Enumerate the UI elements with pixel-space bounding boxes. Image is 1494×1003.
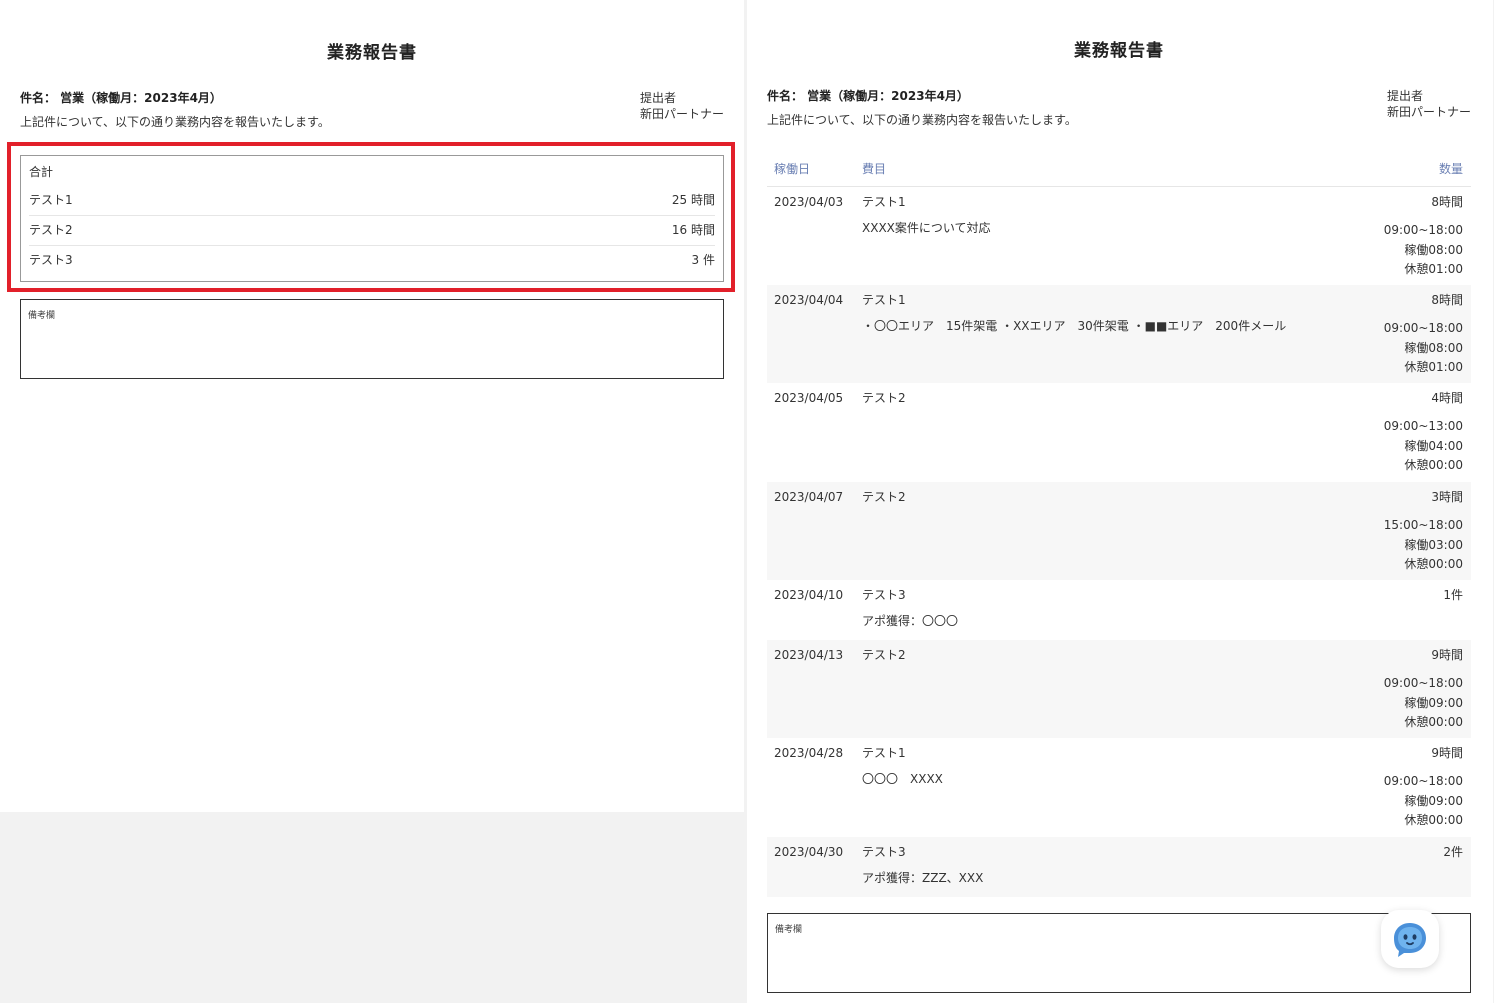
row-item-name: テスト1 xyxy=(862,746,906,760)
row-qty-value: 4時間 xyxy=(1431,391,1463,405)
row-qty: 4時間 09:00~13:00 稼働04:00 休憩00:00 xyxy=(1303,391,1471,482)
submitter-label: 提出者 xyxy=(639,91,676,105)
row-time-range: 09:00~18:00 xyxy=(1383,321,1463,335)
report-header: 件名： 営業（稼働月：2023年4月） 上記件について、以下の通り業務内容を報告… xyxy=(767,88,1471,127)
table-row: 2023/04/30 テスト3 アポ獲得：ZZZ、XXX 2件 xyxy=(767,837,1471,897)
submitter: 提出者 新田パートナー xyxy=(1387,88,1471,127)
row-date: 2023/04/07 xyxy=(774,490,844,504)
row-date: 2023/04/30 xyxy=(774,845,844,859)
table-row: 2023/04/07 テスト2 3時間 15:00~18:00 稼働03:00 … xyxy=(767,482,1471,580)
row-qty-value: 9時間 xyxy=(1431,648,1463,662)
table-row: 2023/04/13 テスト2 9時間 09:00~18:00 稼働09:00 … xyxy=(767,640,1471,738)
chat-bot-button[interactable] xyxy=(1381,910,1439,968)
table-header: 稼働日 費目 数量 xyxy=(767,153,1471,187)
chat-bot-icon xyxy=(1394,923,1426,957)
row-item: テスト3 アポ獲得：ZZZ、XXX xyxy=(862,845,1303,897)
row-work-time: 稼働08:00 xyxy=(1404,242,1463,257)
subject: 件名： 営業（稼働月：2023年4月） xyxy=(767,89,969,103)
left-report-page: 業務報告書 件名： 営業（稼働月：2023年4月） 上記件について、以下の通り業… xyxy=(0,0,744,812)
row-qty: 9時間 09:00~18:00 稼働09:00 休憩00:00 xyxy=(1303,648,1471,738)
row-qty: 1件 xyxy=(1303,588,1471,640)
detail-table: 稼働日 費目 数量 2023/04/03 テスト1 XXXX案件について対応 8… xyxy=(767,153,1471,897)
row-item-name: テスト2 xyxy=(862,391,906,405)
page-title: 業務報告書 xyxy=(327,43,417,63)
row-time-range: 09:00~13:00 xyxy=(1383,419,1463,433)
row-qty: 2件 xyxy=(1303,845,1471,897)
row-date: 2023/04/28 xyxy=(774,746,844,760)
row-rest-time: 休憩00:00 xyxy=(1404,458,1463,472)
header-item: 費目 xyxy=(862,162,887,176)
row-qty: 8時間 09:00~18:00 稼働08:00 休憩01:00 xyxy=(1303,293,1471,383)
row-date: 2023/04/10 xyxy=(774,588,844,602)
remarks-box[interactable]: 備考欄 xyxy=(767,913,1471,993)
submitter: 提出者 新田パートナー xyxy=(640,90,724,129)
row-item-name: テスト3 xyxy=(862,588,906,602)
row-item: テスト1 XXXX案件について対応 xyxy=(862,195,1303,285)
row-rest-time: 休憩01:00 xyxy=(1404,262,1463,276)
row-item-name: テスト1 xyxy=(862,195,906,209)
row-item: テスト1 〇〇〇 XXXX xyxy=(862,746,1303,837)
table-row: 2023/04/04 テスト1 ・〇〇エリア 15件架電 ・XXエリア 30件架… xyxy=(767,285,1471,383)
row-work-time: 稼働04:00 xyxy=(1404,438,1463,453)
row-time-range: 09:00~18:00 xyxy=(1383,774,1463,788)
submitter-name: 新田パートナー xyxy=(1386,105,1471,119)
row-item: テスト2 xyxy=(862,490,1303,580)
row-date: 2023/04/04 xyxy=(774,293,844,307)
submitter-label: 提出者 xyxy=(1386,89,1423,103)
table-row: 2023/04/10 テスト3 アポ獲得：〇〇〇 1件 xyxy=(767,580,1471,640)
row-qty: 9時間 09:00~18:00 稼働09:00 休憩00:00 xyxy=(1303,746,1471,837)
header-date: 稼働日 xyxy=(774,162,811,176)
row-item: テスト1 ・〇〇エリア 15件架電 ・XXエリア 30件架電 ・■■エリア 20… xyxy=(862,293,1303,383)
row-qty-value: 8時間 xyxy=(1431,195,1463,209)
row-item-desc: 〇〇〇 XXXX xyxy=(862,772,943,786)
row-work-time: 稼働09:00 xyxy=(1404,695,1463,710)
row-work-time: 稼働08:00 xyxy=(1404,340,1463,355)
row-qty-value: 3時間 xyxy=(1431,490,1463,504)
submitter-name: 新田パートナー xyxy=(639,107,724,121)
row-rest-time: 休憩00:00 xyxy=(1404,715,1463,729)
highlight-box xyxy=(7,142,735,292)
row-rest-time: 休憩01:00 xyxy=(1404,360,1463,374)
row-qty-value: 8時間 xyxy=(1431,293,1463,307)
table-row: 2023/04/03 テスト1 XXXX案件について対応 8時間 09:00~1… xyxy=(767,187,1471,285)
row-rest-time: 休憩00:00 xyxy=(1404,813,1463,827)
row-date: 2023/04/03 xyxy=(774,195,844,209)
row-item-name: テスト2 xyxy=(862,490,906,504)
row-item: テスト2 xyxy=(862,648,1303,738)
intro-text: 上記件について、以下の通り業務内容を報告いたします。 xyxy=(767,113,1077,127)
row-work-time: 稼働03:00 xyxy=(1404,537,1463,552)
row-qty: 3時間 15:00~18:00 稼働03:00 休憩00:00 xyxy=(1303,490,1471,580)
row-time-range: 09:00~18:00 xyxy=(1383,676,1463,690)
row-time-range: 09:00~18:00 xyxy=(1383,223,1463,237)
row-item-name: テスト3 xyxy=(862,845,906,859)
row-date: 2023/04/13 xyxy=(774,648,844,662)
report-header: 件名： 営業（稼働月：2023年4月） 上記件について、以下の通り業務内容を報告… xyxy=(20,90,724,129)
row-item-name: テスト1 xyxy=(862,293,906,307)
table-row: 2023/04/05 テスト2 4時間 09:00~13:00 稼働04:00 … xyxy=(767,383,1471,482)
row-time-range: 15:00~18:00 xyxy=(1383,518,1463,532)
row-qty-value: 2件 xyxy=(1443,845,1463,859)
row-qty: 8時間 09:00~18:00 稼働08:00 休憩01:00 xyxy=(1303,195,1471,285)
row-item-desc: XXXX案件について対応 xyxy=(862,221,991,235)
row-item-desc: アポ獲得：ZZZ、XXX xyxy=(862,871,984,885)
remarks-label: 備考欄 xyxy=(775,925,803,935)
row-date: 2023/04/05 xyxy=(774,391,844,405)
row-item-name: テスト2 xyxy=(862,648,906,662)
subject: 件名： 営業（稼働月：2023年4月） xyxy=(20,91,222,105)
row-rest-time: 休憩00:00 xyxy=(1404,557,1463,571)
table-row: 2023/04/28 テスト1 〇〇〇 XXXX 9時間 09:00~18:00… xyxy=(767,738,1471,837)
row-item: テスト3 アポ獲得：〇〇〇 xyxy=(862,588,1303,640)
header-qty: 数量 xyxy=(1438,162,1463,176)
row-item: テスト2 xyxy=(862,391,1303,482)
intro-text: 上記件について、以下の通り業務内容を報告いたします。 xyxy=(20,115,330,129)
row-work-time: 稼働09:00 xyxy=(1404,793,1463,808)
row-item-desc: アポ獲得：〇〇〇 xyxy=(862,614,959,628)
row-item-desc: ・〇〇エリア 15件架電 ・XXエリア 30件架電 ・■■エリア 200件メール xyxy=(862,319,1287,333)
page-title: 業務報告書 xyxy=(1074,41,1164,61)
right-report-page: 業務報告書 件名： 営業（稼働月：2023年4月） 上記件について、以下の通り業… xyxy=(747,0,1493,1003)
row-qty-value: 9時間 xyxy=(1431,746,1463,760)
row-qty-value: 1件 xyxy=(1443,588,1463,602)
